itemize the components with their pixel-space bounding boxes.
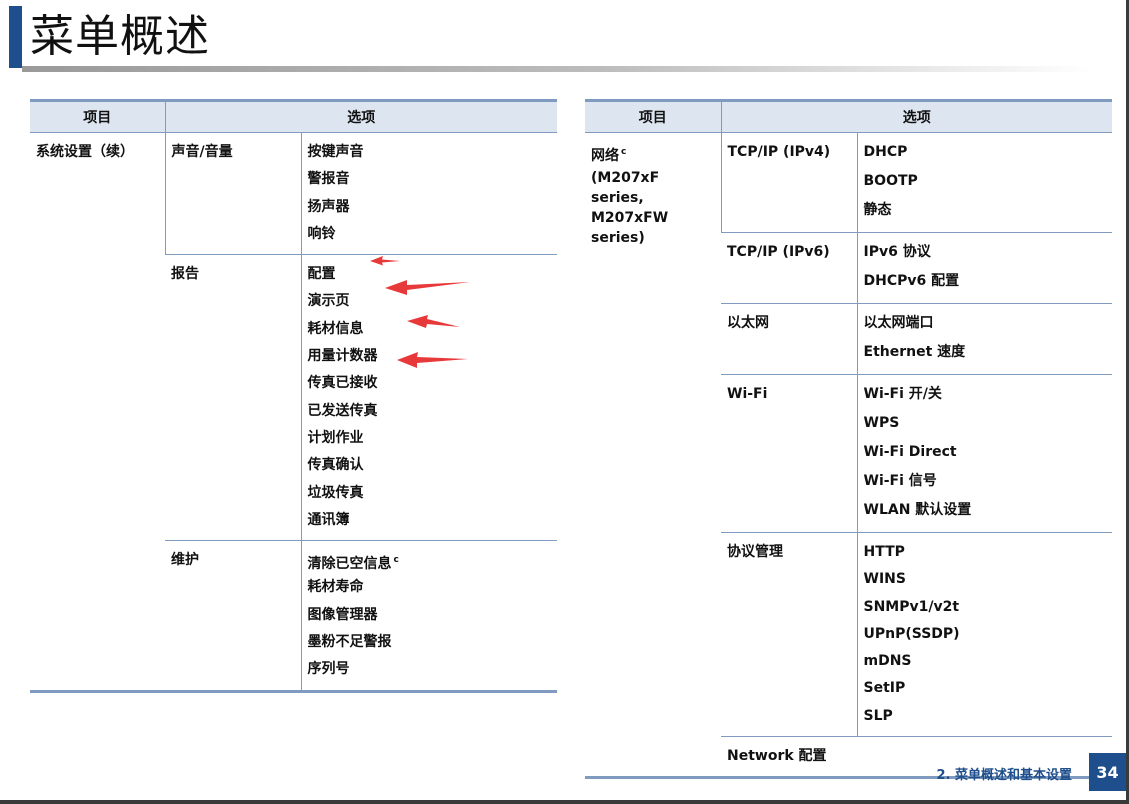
category-label: 网络 c bbox=[591, 141, 715, 168]
category-name: 网络 bbox=[591, 148, 619, 164]
option-item: IPv6 协议 bbox=[863, 244, 931, 260]
option-item: 通讯簿 bbox=[307, 511, 350, 528]
option-item: 耗材寿命 bbox=[307, 579, 364, 596]
options-cell: DHCP BOOTP 静态 bbox=[856, 132, 1112, 233]
group-label-maintenance: 维护 bbox=[171, 552, 199, 569]
document-page: 菜单概述 项目 选项 系统设置（续） 声音/音量 按键声音 警报音 扬声器 响铃 bbox=[0, 0, 1126, 800]
header-item: 项目 bbox=[30, 99, 165, 133]
option-item: 响铃 bbox=[307, 225, 336, 242]
header-item: 项目 bbox=[585, 99, 721, 133]
option-item: 计划作业 bbox=[307, 429, 364, 446]
option-item: 扬声器 bbox=[307, 198, 350, 215]
annotation-arrow-icon bbox=[370, 256, 400, 266]
group-cell: 报告 bbox=[165, 254, 301, 542]
category-note: (M207xF series, M207xFW series) bbox=[591, 170, 669, 247]
group-label-report: 报告 bbox=[171, 266, 199, 283]
option-item: Wi-Fi 开/关 bbox=[863, 386, 942, 402]
page-number: 34 bbox=[1089, 753, 1126, 791]
option-text: 清除已空信息 bbox=[307, 556, 392, 573]
group-cell: 维护 bbox=[165, 540, 301, 693]
group-cell: TCP/IP (IPv6) bbox=[721, 232, 857, 304]
options-cell: 配置 演示页 耗材信息 用量计数器 传真已接收 已发送传真 计划作业 传真确认 … bbox=[300, 254, 557, 542]
options-cell: Wi-Fi 开/关 WPS Wi-Fi Direct Wi-Fi 信号 WLAN… bbox=[856, 374, 1112, 533]
option-item: 清除已空信息 c bbox=[308, 549, 552, 576]
section-footer: 2. 菜单概述和基本设置 bbox=[936, 768, 1072, 783]
group-cell: TCP/IP (IPv4) bbox=[720, 132, 857, 233]
option-item: Ethernet 速度 bbox=[863, 344, 966, 360]
page-title: 菜单概述 bbox=[30, 11, 210, 62]
group-cell: 声音/音量 bbox=[164, 132, 301, 256]
option-item: DHCPv6 配置 bbox=[863, 273, 960, 289]
menu-table-left: 项目 选项 系统设置（续） 声音/音量 按键声音 警报音 扬声器 响铃 报告 配… bbox=[30, 99, 557, 693]
option-item: 以太网端口 bbox=[863, 315, 934, 331]
option-item: WINS bbox=[863, 571, 906, 588]
option-item: 传真已接收 bbox=[307, 375, 378, 392]
option-item: 墨粉不足警报 bbox=[307, 634, 392, 651]
options-cell: 以太网端口 Ethernet 速度 bbox=[856, 303, 1112, 375]
options-cell: 清除已空信息 c 耗材寿命 图像管理器 墨粉不足警报 序列号 bbox=[300, 540, 557, 693]
group-label-wifi: Wi-Fi bbox=[727, 386, 768, 402]
group-label-ethernet: 以太网 bbox=[727, 315, 769, 331]
option-item: SLP bbox=[863, 707, 893, 724]
option-item: 已发送传真 bbox=[307, 402, 378, 419]
options-cell: 按键声音 警报音 扬声器 响铃 bbox=[300, 132, 557, 256]
group-cell: 以太网 bbox=[721, 303, 857, 375]
option-item: 图像管理器 bbox=[307, 606, 378, 623]
option-item: 静态 bbox=[863, 202, 892, 218]
group-cell: Wi-Fi bbox=[721, 374, 857, 533]
menu-table-right: 项目 选项 网络 c (M207xF series, M207xFW series… bbox=[585, 99, 1112, 780]
group-label-ipv6: TCP/IP (IPv6) bbox=[727, 244, 830, 260]
title-accent-bar bbox=[9, 6, 22, 68]
option-item: 序列号 bbox=[307, 661, 350, 678]
options-cell: HTTP WINS SNMPv1/v2t UPnP(SSDP) mDNS Set… bbox=[856, 532, 1112, 738]
category-cell: 网络 c (M207xF series, M207xFW series) bbox=[585, 132, 721, 780]
header-option: 选项 bbox=[164, 99, 557, 133]
option-item: Wi-Fi Direct bbox=[863, 444, 957, 460]
option-item: HTTP bbox=[863, 544, 905, 560]
group-label-ipv4: TCP/IP (IPv4) bbox=[727, 144, 831, 160]
group-cell: 协议管理 bbox=[721, 532, 857, 738]
group-label-protocol: 协议管理 bbox=[727, 544, 783, 560]
option-item: WPS bbox=[863, 415, 900, 431]
option-item: 按键声音 bbox=[307, 144, 364, 160]
option-item: mDNS bbox=[863, 653, 912, 670]
option-item: SetIP bbox=[863, 680, 906, 697]
option-item: 传真确认 bbox=[307, 457, 364, 474]
annotation-arrow-icon bbox=[407, 315, 460, 328]
footnote-mark: c bbox=[621, 147, 627, 157]
annotation-arrow-icon bbox=[397, 352, 468, 368]
title-divider bbox=[22, 66, 1092, 72]
header-option: 选项 bbox=[720, 99, 1112, 133]
options-cell: IPv6 协议 DHCPv6 配置 bbox=[856, 232, 1112, 304]
category-cell: 系统设置（续） bbox=[30, 132, 165, 693]
annotation-arrow-icon bbox=[385, 280, 470, 295]
option-item: Wi-Fi 信号 bbox=[863, 473, 937, 489]
option-item: 垃圾传真 bbox=[307, 484, 364, 501]
option-item: WLAN 默认设置 bbox=[863, 502, 972, 518]
option-item: SNMPv1/v2t bbox=[863, 598, 960, 615]
category-label: 系统设置（续） bbox=[36, 144, 134, 160]
option-item: UPnP(SSDP) bbox=[863, 625, 960, 642]
option-item: DHCP bbox=[863, 144, 908, 160]
footnote-mark: c bbox=[393, 555, 399, 566]
option-item: BOOTP bbox=[863, 173, 918, 189]
group-label-sound: 声音/音量 bbox=[171, 144, 233, 160]
option-item: 警报音 bbox=[307, 171, 350, 188]
